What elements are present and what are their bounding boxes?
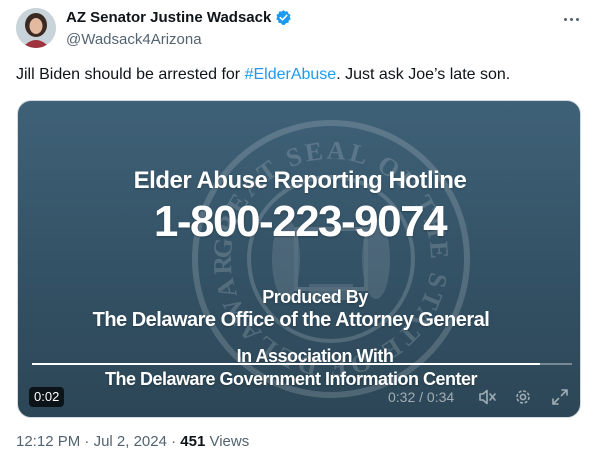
verified-check-icon [275,9,292,26]
video-frame-text: Elder Abuse Reporting Hotline 1-800-223-… [18,101,580,417]
avatar[interactable] [16,8,56,48]
settings-gear-icon[interactable] [513,387,533,407]
tweet-card: AZ Senator Justine Wadsack @Wadsack4Ariz… [0,0,598,459]
fullscreen-icon[interactable] [550,387,570,407]
video-progress-fill [32,363,540,365]
tweet-time[interactable]: 12:12 PM [16,433,80,450]
more-options-icon[interactable] [560,10,582,28]
video-phone-number: 1-800-223-9074 [153,197,448,246]
mute-icon[interactable] [478,387,498,407]
meta-separator: · [166,433,181,450]
video-player[interactable]: GREAT SEAL OF THE STATE OF DELAWARE Elde… [17,100,581,418]
tweet-text-before: Jill Biden should be arrested for [16,66,245,83]
tweet-date[interactable]: Jul 2, 2024 [94,433,167,450]
tweet-text-after: . Just ask Joe’s late son. [336,66,511,83]
views-count: 451 [180,433,206,450]
views-label: Views [205,433,250,450]
author-handle[interactable]: @Wadsack4Arizona [66,31,202,48]
video-title: Elder Abuse Reporting Hotline [133,167,467,194]
tweet-text: Jill Biden should be arrested for #Elder… [16,65,582,85]
video-time-remaining: 0:02 [29,387,65,407]
hashtag-link[interactable]: #ElderAbuse [245,66,337,83]
video-time-readout: 0:32 / 0:34 [388,389,455,405]
author-name-row: AZ Senator Justine Wadsack [66,9,292,26]
video-progress-bar[interactable] [32,363,572,365]
video-produced-by: Produced By [262,287,368,307]
tweet-meta: 12:12 PM · Jul 2, 2024 · 451 Views [16,433,249,450]
video-office: The Delaware Office of the Attorney Gene… [92,309,490,331]
author-display-name[interactable]: AZ Senator Justine Wadsack [66,9,271,26]
meta-separator: · [80,433,94,450]
